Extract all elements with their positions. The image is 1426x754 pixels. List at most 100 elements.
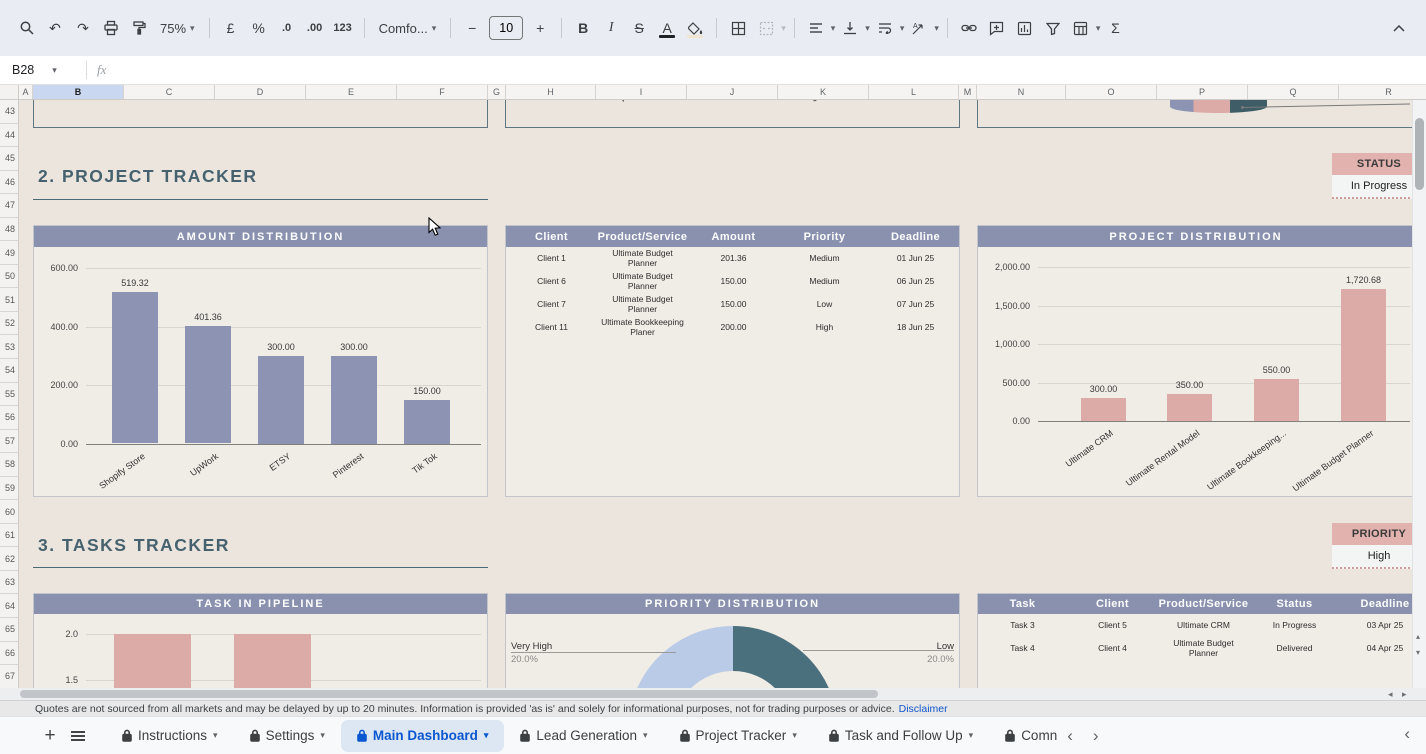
row-header-62[interactable]: 62 xyxy=(0,547,18,571)
column-header-Q[interactable]: Q xyxy=(1248,85,1339,99)
amount-distribution-chart[interactable]: AMOUNT DISTRIBUTION600.00400.00200.000.0… xyxy=(33,225,488,497)
row-header-43[interactable]: 43 xyxy=(0,100,18,124)
sheet-tab-comn[interactable]: Comn xyxy=(989,717,1057,754)
row-header-48[interactable]: 48 xyxy=(0,218,18,242)
chevron-down-icon[interactable]: ▾ xyxy=(213,730,218,741)
print-button[interactable] xyxy=(98,15,124,41)
column-header-M[interactable]: M xyxy=(959,85,977,99)
chevron-down-icon[interactable]: ▾ xyxy=(484,730,489,741)
functions-button[interactable]: Σ xyxy=(1102,15,1128,41)
column-header-C[interactable]: C xyxy=(124,85,215,99)
horizontal-align-button[interactable] xyxy=(803,15,829,41)
row-header-51[interactable]: 51 xyxy=(0,288,18,312)
collapse-toolbar-button[interactable] xyxy=(1386,15,1412,41)
amount_distribution-bar[interactable] xyxy=(404,400,450,444)
add-sheet-button[interactable]: + xyxy=(36,722,64,750)
row-header-49[interactable]: 49 xyxy=(0,241,18,265)
row-header-64[interactable]: 64 xyxy=(0,594,18,618)
project_distribution-bar[interactable] xyxy=(1081,398,1126,421)
increase-font-size-button[interactable]: + xyxy=(527,15,553,41)
bold-button[interactable]: B xyxy=(570,15,596,41)
row-header-56[interactable]: 56 xyxy=(0,406,18,430)
task_in_pipeline-bar[interactable] xyxy=(114,634,191,688)
row-header-50[interactable]: 50 xyxy=(0,265,18,289)
row-header-52[interactable]: 52 xyxy=(0,312,18,336)
project_distribution-bar[interactable] xyxy=(1341,289,1386,421)
horizontal-scrollbar[interactable]: ◂ ▸ xyxy=(0,688,1426,700)
all-sheets-button[interactable] xyxy=(64,722,92,750)
select-all-corner[interactable] xyxy=(0,85,19,99)
column-header-E[interactable]: E xyxy=(306,85,397,99)
chevron-down-icon[interactable]: ▾ xyxy=(792,730,797,741)
column-header-L[interactable]: L xyxy=(869,85,959,99)
redo-button[interactable]: ↷ xyxy=(70,15,96,41)
vertical-scrollbar-thumb[interactable] xyxy=(1415,118,1424,190)
column-header-N[interactable]: N xyxy=(977,85,1066,99)
filter-button[interactable] xyxy=(1040,15,1066,41)
row-header-60[interactable]: 60 xyxy=(0,500,18,524)
task-table-row[interactable]: Task 4Client 4Ultimate Budget PlannerDel… xyxy=(978,638,1414,662)
row-header-58[interactable]: 58 xyxy=(0,453,18,477)
priority-distribution-chart[interactable]: PRIORITY DISTRIBUTIONVery High20.0%Low20… xyxy=(505,593,960,688)
chevron-down-icon[interactable]: ▾ xyxy=(643,730,648,741)
client-table-row[interactable]: Client 7Ultimate Budget Planner150.00Low… xyxy=(506,293,959,316)
number-format-button[interactable]: 123 xyxy=(330,15,356,41)
column-header-H[interactable]: H xyxy=(506,85,596,99)
zoom-select[interactable]: 75% ▾ xyxy=(154,15,201,41)
decrease-decimal-button[interactable]: .0 xyxy=(274,15,300,41)
text-rotation-button[interactable]: A xyxy=(906,15,932,41)
row-header-67[interactable]: 67 xyxy=(0,665,18,688)
panel-collapse-icon[interactable]: ‹ xyxy=(1404,724,1410,744)
column-header-B[interactable]: B xyxy=(33,85,124,99)
chevron-down-icon[interactable]: ▾ xyxy=(969,730,974,741)
row-header-61[interactable]: 61 xyxy=(0,524,18,548)
project_distribution-bar[interactable] xyxy=(1254,379,1299,421)
chevron-down-icon[interactable]: ▾ xyxy=(320,730,325,741)
sheet-grid[interactable]: 4344454647484950515253545556575859606162… xyxy=(0,100,1426,688)
decrease-font-size-button[interactable]: − xyxy=(459,15,485,41)
client-table-row[interactable]: Client 1Ultimate Budget Planner201.36Med… xyxy=(506,247,959,270)
row-header-63[interactable]: 63 xyxy=(0,571,18,595)
sheet-tab-main-dashboard[interactable]: Main Dashboard▾ xyxy=(341,720,505,752)
font-size-input[interactable]: 10 xyxy=(489,16,523,40)
sheet-tab-project-tracker[interactable]: Project Tracker▾ xyxy=(664,717,813,754)
increase-decimal-button[interactable]: .00 xyxy=(302,15,328,41)
row-header-55[interactable]: 55 xyxy=(0,383,18,407)
task-table[interactable]: TaskClientProduct/ServiceStatusDeadlineT… xyxy=(977,593,1415,688)
column-header-F[interactable]: F xyxy=(397,85,488,99)
currency-format-button[interactable]: £ xyxy=(218,15,244,41)
scroll-left-icon[interactable]: ◂ xyxy=(1388,689,1393,700)
insert-comment-button[interactable] xyxy=(984,15,1010,41)
scroll-down-icon[interactable]: ▾ xyxy=(1416,648,1420,657)
scroll-up-icon[interactable]: ▴ xyxy=(1416,632,1420,641)
strikethrough-button[interactable]: S xyxy=(626,15,652,41)
sheet-tab-instructions[interactable]: Instructions▾ xyxy=(106,717,234,754)
paint-format-button[interactable] xyxy=(126,15,152,41)
horizontal-scrollbar-thumb[interactable] xyxy=(20,690,878,698)
column-header-K[interactable]: K xyxy=(778,85,869,99)
sheet-tab-lead-generation[interactable]: Lead Generation▾ xyxy=(504,717,663,754)
scroll-right-icon[interactable]: ▸ xyxy=(1402,689,1407,700)
row-header-65[interactable]: 65 xyxy=(0,618,18,642)
column-header-I[interactable]: I xyxy=(596,85,687,99)
amount_distribution-bar[interactable] xyxy=(112,292,158,444)
column-header-D[interactable]: D xyxy=(215,85,306,99)
name-box[interactable]: B28 ▾ xyxy=(0,63,76,77)
client-table-row[interactable]: Client 6Ultimate Budget Planner150.00Med… xyxy=(506,270,959,293)
row-header-53[interactable]: 53 xyxy=(0,335,18,359)
row-header-45[interactable]: 45 xyxy=(0,147,18,171)
amount_distribution-bar[interactable] xyxy=(331,356,377,444)
row-header-66[interactable]: 66 xyxy=(0,642,18,666)
column-header-G[interactable]: G xyxy=(488,85,506,99)
row-header-54[interactable]: 54 xyxy=(0,359,18,383)
borders-button[interactable] xyxy=(725,15,751,41)
task-in-pipeline-chart[interactable]: TASK IN PIPELINE2.01.5 xyxy=(33,593,488,688)
column-header-R[interactable]: R xyxy=(1339,85,1426,99)
insert-link-button[interactable] xyxy=(956,15,982,41)
merge-cells-button[interactable] xyxy=(753,15,779,41)
italic-button[interactable]: I xyxy=(598,15,624,41)
client-table-row[interactable]: Client 11Ultimate Bookkeeping Planer200.… xyxy=(506,317,959,340)
column-header-O[interactable]: O xyxy=(1066,85,1157,99)
percent-format-button[interactable]: % xyxy=(246,15,272,41)
row-header-47[interactable]: 47 xyxy=(0,194,18,218)
